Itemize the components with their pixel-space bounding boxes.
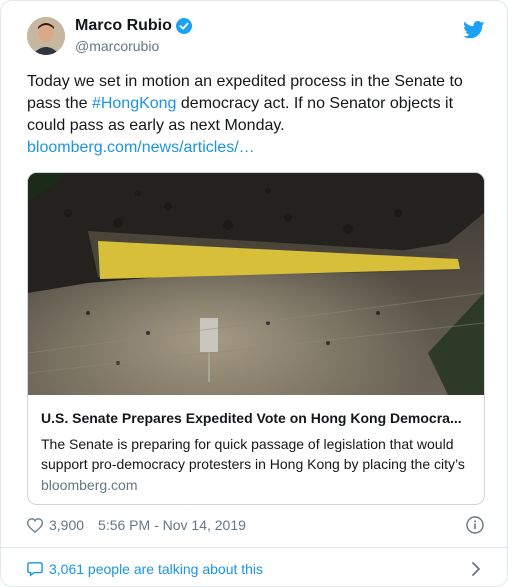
like-count[interactable]: 3,900 (49, 517, 84, 533)
article-photo[interactable] (28, 173, 484, 395)
conversation-link[interactable]: 3,061 people are talking about this (27, 561, 263, 577)
article-link[interactable]: bloomberg.com/news/articles/… (27, 139, 255, 156)
author-name-text[interactable]: Marco Rubio (75, 17, 172, 35)
link-card-description: The Senate is preparing for quick passag… (41, 436, 465, 472)
speech-bubble-icon (27, 562, 43, 577)
link-preview-card[interactable]: U.S. Senate Prepares Expedited Vote on H… (27, 172, 485, 505)
verified-badge-icon (175, 18, 192, 34)
avatar[interactable] (27, 17, 65, 55)
tweet-meta: 3,900 5:56 PM - Nov 14, 2019 (27, 517, 246, 533)
twitter-bird-icon[interactable] (463, 21, 485, 39)
link-card-title[interactable]: U.S. Senate Prepares Expedited Vote on H… (41, 410, 473, 426)
tweet-text: Today we set in motion an expedited proc… (27, 71, 477, 159)
conversation-text[interactable]: 3,061 people are talking about this (49, 561, 263, 577)
tweet-embed-card: Marco Rubio @marcorubio Today we set in … (0, 0, 508, 587)
heart-icon[interactable] (27, 517, 43, 533)
hashtag-link[interactable]: #HongKong (92, 95, 177, 112)
link-card-domain: bloomberg.com (41, 477, 138, 493)
divider (1, 547, 507, 548)
chevron-right-icon[interactable] (471, 562, 481, 576)
timestamp[interactable]: 5:56 PM - Nov 14, 2019 (98, 517, 246, 533)
author-name[interactable]: Marco Rubio (75, 17, 192, 35)
author-handle[interactable]: @marcorubio (75, 38, 159, 54)
info-icon[interactable] (466, 516, 484, 534)
